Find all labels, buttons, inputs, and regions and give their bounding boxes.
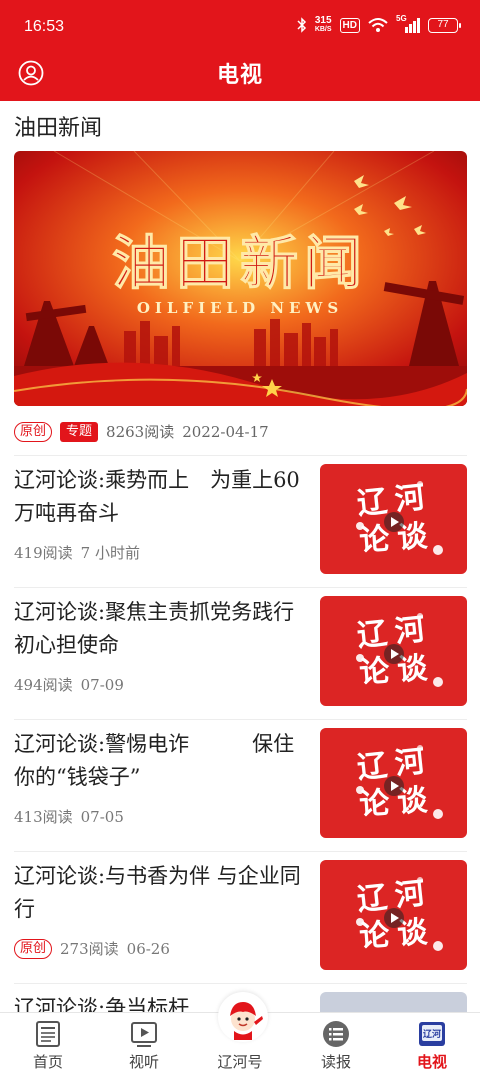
svg-text:辽河: 辽河 bbox=[423, 1028, 441, 1040]
thumbnail-image: 辽河论谈 bbox=[320, 464, 467, 574]
news-thumbnail: 辽河 论谈 bbox=[320, 860, 467, 970]
bluetooth-icon bbox=[297, 17, 306, 33]
top-bar: 16:53 315 KB/S HD 5G 77 电视 bbox=[0, 0, 480, 101]
topic-tag: 专题 bbox=[60, 421, 99, 442]
publish-date: 2022-04-17 bbox=[182, 422, 269, 441]
news-meta: 494阅读 07-09 bbox=[14, 674, 124, 695]
publish-time: 07-09 bbox=[80, 675, 124, 694]
news-thumbnail: 辽河 论谈 bbox=[320, 728, 467, 838]
list-icon bbox=[323, 1021, 349, 1047]
read-count: 273阅读 bbox=[60, 940, 119, 958]
net-speed: 315 KB/S bbox=[314, 15, 332, 34]
mascot-button[interactable] bbox=[218, 992, 268, 1042]
thumbnail-image: 辽河论谈 bbox=[320, 596, 467, 706]
nav-item-home[interactable]: 首页 bbox=[0, 1013, 96, 1073]
publish-time: 7 小时前 bbox=[80, 544, 140, 562]
thumbnail-image: 辽河论谈 bbox=[320, 728, 467, 838]
thumbnail-image: 辽河论谈 bbox=[320, 860, 467, 970]
news-meta: 419阅读 7 小时前 bbox=[14, 542, 140, 563]
status-bar: 16:53 315 KB/S HD 5G 77 bbox=[0, 0, 480, 50]
news-item[interactable]: 辽河论谈:与书香为伴 与企业同行 原创 273阅读 06-26 辽河 论谈 bbox=[14, 851, 467, 983]
read-count: 419阅读 bbox=[14, 544, 73, 562]
read-count: 8263阅读 bbox=[106, 423, 175, 441]
featured-banner[interactable]: 油田新闻 OILFIELD NEWS bbox=[14, 151, 467, 406]
cell-signal-icon: 5G bbox=[396, 14, 420, 33]
original-tag: 原创 bbox=[14, 421, 53, 442]
news-meta: 原创 273阅读 06-26 bbox=[14, 938, 170, 959]
read-count: 494阅读 bbox=[14, 676, 73, 694]
news-meta: 413阅读 07-05 bbox=[14, 806, 124, 827]
wifi-icon bbox=[368, 18, 388, 32]
hd-badge: HD bbox=[339, 17, 360, 33]
newspaper-icon bbox=[36, 1021, 60, 1047]
news-item[interactable]: 辽河论谈:聚焦主责抓党务践行初心担使命 494阅读 07-09 辽河 论谈 bbox=[14, 587, 467, 719]
nav-label: 读报 bbox=[320, 1053, 351, 1071]
news-title: 辽河论谈:聚焦主责抓党务践行初心担使命 bbox=[14, 600, 295, 657]
section-title: 油田新闻 bbox=[14, 116, 103, 141]
news-item[interactable]: 辽河论谈:乘势而上 为重上60万吨再奋斗 419阅读 7 小时前 辽河 论谈 bbox=[14, 455, 467, 587]
news-title: 辽河论谈:与书香为伴 与企业同行 bbox=[14, 864, 301, 921]
status-icons: 315 KB/S HD 5G 77 bbox=[297, 14, 461, 34]
news-title: 辽河论谈:警惕电诈 保住你的“钱袋子” bbox=[14, 732, 295, 789]
nav-label: 视听 bbox=[128, 1053, 159, 1071]
publish-time: 06-26 bbox=[126, 939, 170, 958]
nav-label: 首页 bbox=[32, 1053, 63, 1071]
play-icon bbox=[131, 1022, 157, 1047]
status-time: 16:53 bbox=[24, 18, 65, 35]
battery-icon: 77 bbox=[428, 17, 461, 33]
read-count: 413阅读 bbox=[14, 808, 73, 826]
news-title: 辽河论谈:乘势而上 为重上60万吨再奋斗 bbox=[14, 468, 300, 525]
news-thumbnail: 辽河 论谈 bbox=[320, 596, 467, 706]
page-title: 电视 bbox=[216, 62, 263, 88]
original-tag: 原创 bbox=[14, 938, 53, 959]
featured-meta: 原创 专题 8263阅读 2022-04-17 bbox=[14, 421, 269, 442]
nav-label: 电视 bbox=[416, 1053, 447, 1071]
nav-item-read[interactable]: 读报 bbox=[288, 1013, 384, 1073]
featured-banner-image: 油田新闻 OILFIELD NEWS bbox=[14, 151, 467, 406]
nav-item-video[interactable]: 视听 bbox=[96, 1013, 192, 1073]
nav-item-tv[interactable]: 辽河 电视 bbox=[384, 1013, 480, 1073]
banner-subtitle: OILFIELD NEWS bbox=[137, 299, 343, 317]
mascot-icon bbox=[230, 1002, 263, 1040]
news-item[interactable]: 辽河论谈:警惕电诈 保住你的“钱袋子” 413阅读 07-05 辽河 论谈 bbox=[14, 719, 467, 851]
banner-title: 油田新闻 bbox=[112, 229, 368, 297]
tv-icon: 辽河 bbox=[419, 1022, 445, 1046]
publish-time: 07-05 bbox=[80, 807, 124, 826]
news-thumbnail: 辽河 论谈 bbox=[320, 464, 467, 574]
nav-label: 辽河号 bbox=[217, 1053, 263, 1071]
